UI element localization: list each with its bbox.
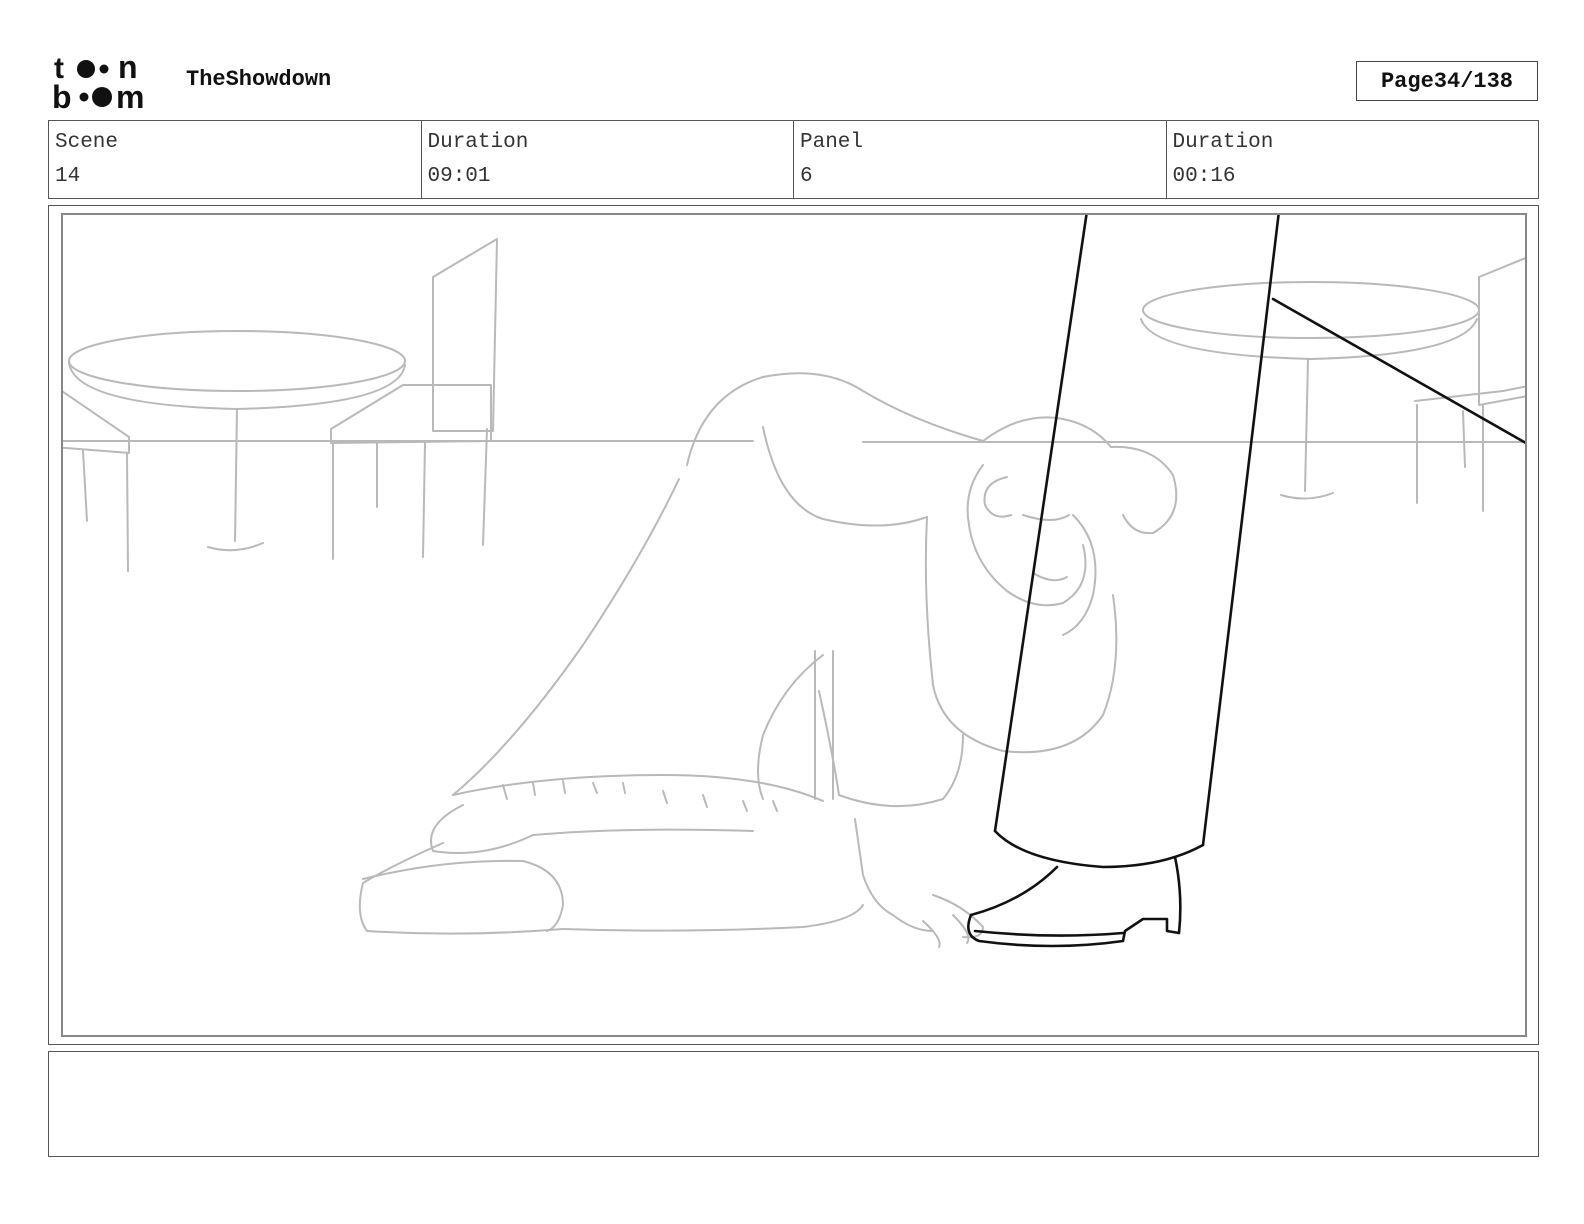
panel-duration-cell: Duration 00:16 [1165, 121, 1539, 198]
page-number: 34/138 [1433, 68, 1514, 94]
left-table-foot [207, 542, 264, 552]
scene-info-row: Scene 14 Duration 09:01 Panel 6 Duration… [48, 120, 1539, 199]
middle-chair-back [432, 238, 498, 432]
character-boot [362, 859, 564, 932]
character-fringe [502, 780, 778, 812]
storyboard-panel-image [61, 213, 1527, 1037]
character-knee [358, 842, 564, 935]
standing-figure-leg-left [993, 215, 1088, 833]
character-coat-body [452, 478, 680, 796]
character-inner-coat [757, 654, 824, 800]
character-coat-side [924, 516, 1118, 754]
standing-figure-coat-edge [1271, 297, 1525, 444]
right-table-top [1142, 281, 1480, 339]
left-table-leg [234, 408, 238, 542]
scene-value: 14 [55, 165, 81, 188]
character-ear [983, 476, 1012, 518]
panel-duration-label: Duration [1172, 131, 1274, 154]
right-table-leg [1304, 358, 1309, 492]
middle-chair-leg-4 [482, 428, 488, 546]
standing-figure-leg-right [1201, 215, 1280, 847]
sketch-drawing [63, 215, 1525, 948]
standing-figure-cuff [993, 829, 1205, 869]
character-belt [814, 650, 834, 800]
character-leg [430, 804, 754, 854]
scene-duration-cell: Duration 09:01 [420, 121, 794, 198]
character-coat-hem [452, 774, 824, 802]
scene-duration-value: 09:01 [427, 165, 491, 188]
left-chair-seat [63, 390, 130, 454]
svg-text:b: b [52, 79, 72, 112]
character-beard [1062, 514, 1097, 636]
right-chair-leg-2 [1462, 410, 1466, 468]
scene-cell: Scene 14 [49, 121, 421, 198]
storyboard-panel-frame [48, 205, 1539, 1045]
panel-cell: Panel 6 [793, 121, 1166, 198]
middle-chair-seat [330, 384, 492, 444]
left-table-top [68, 330, 406, 392]
standing-figure-shoe-top [969, 865, 1059, 917]
scene-duration-label: Duration [427, 131, 529, 154]
character-back [686, 372, 1112, 466]
panel-label: Panel [800, 131, 864, 154]
svg-text:m: m [116, 79, 144, 112]
left-chair-leg-2 [126, 452, 129, 572]
left-chair-leg-1 [82, 450, 88, 522]
character-arm [854, 818, 934, 932]
left-table-edge [68, 361, 406, 410]
middle-chair-leg-3 [422, 442, 426, 558]
toonboom-logo-mark: t n b m [52, 52, 144, 112]
right-table-foot [1280, 492, 1334, 500]
project-title: TheShowdown [186, 67, 332, 92]
page-indicator: Page 34/138 [1356, 61, 1538, 101]
character-shin [562, 904, 864, 932]
panel-value: 6 [800, 165, 813, 188]
page-label: Page [1380, 68, 1434, 94]
right-chair-back [1478, 257, 1525, 406]
character-face [1022, 514, 1070, 582]
scene-label: Scene [55, 131, 119, 154]
character-hair [1110, 445, 1178, 535]
panel-duration-value: 00:16 [1172, 165, 1236, 188]
panel-caption-box[interactable] [48, 1051, 1539, 1157]
standing-figure-shoe-sole [973, 929, 1125, 937]
toonboom-logo: t n b m [52, 52, 164, 112]
character-head [966, 464, 1087, 607]
right-table-edge [1140, 318, 1478, 360]
